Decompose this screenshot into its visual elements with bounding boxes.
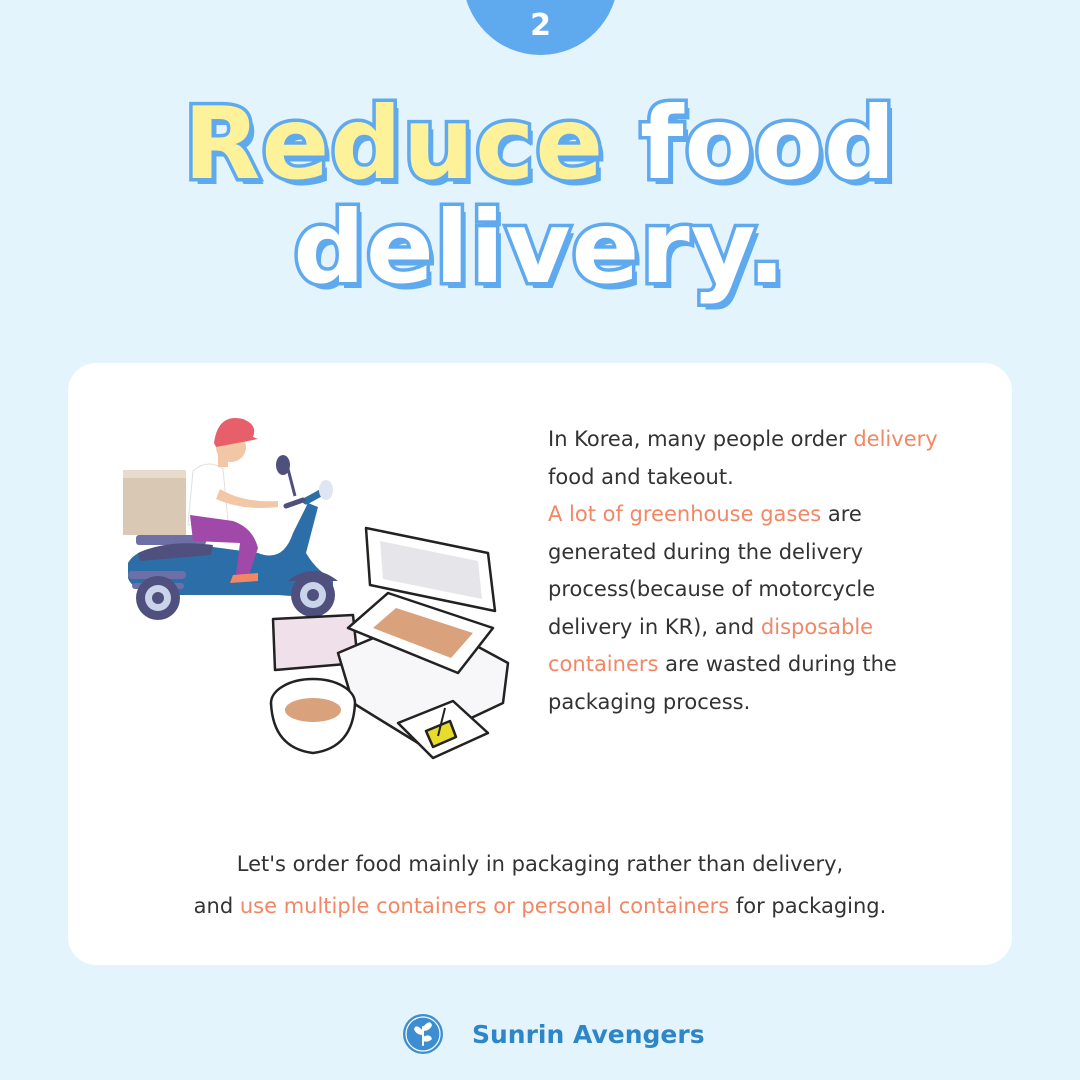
para-text: are wasted during the bbox=[658, 652, 897, 676]
para-line-3: A lot of greenhouse gases are bbox=[548, 496, 988, 534]
brand-footer: Sunrin Avengers bbox=[402, 1013, 705, 1055]
page-title: Reduce food delivery. bbox=[0, 88, 1080, 306]
title-line-2: delivery. bbox=[290, 189, 789, 306]
highlight-disposable: disposable bbox=[760, 614, 874, 639]
title-word-food: food bbox=[637, 85, 899, 202]
page-number-badge: 2 bbox=[463, 0, 618, 55]
title-line-1: Reduce food bbox=[0, 88, 1080, 199]
cta-line-2: and use multiple containers or personal … bbox=[68, 885, 1012, 927]
para-line-1: In Korea, many people order delivery bbox=[548, 421, 988, 459]
content-card: In Korea, many people order delivery foo… bbox=[68, 363, 1012, 965]
page-number: 2 bbox=[530, 8, 551, 43]
highlight-greenhouse-gases: A lot of greenhouse gases bbox=[548, 502, 822, 526]
cta-text: for packaging. bbox=[729, 894, 887, 918]
para-line-4: generated during the delivery bbox=[548, 539, 864, 564]
sprout-logo-icon bbox=[403, 1014, 443, 1054]
para-text: delivery in KR), and bbox=[548, 614, 761, 639]
highlight-delivery: delivery bbox=[853, 427, 938, 451]
para-line-6: delivery in KR), and disposable bbox=[548, 609, 988, 647]
para-line-2: food and takeout. bbox=[548, 464, 734, 489]
para-line-8: packaging process. bbox=[548, 689, 751, 714]
para-line-5: process(because of motorcycle bbox=[548, 577, 876, 601]
highlight-multiple-containers: use multiple containers or personal cont… bbox=[239, 894, 730, 918]
para-text: are bbox=[821, 502, 862, 526]
title-word-reduce: Reduce bbox=[180, 85, 607, 202]
highlight-containers: containers bbox=[548, 652, 659, 676]
delivery-illustration bbox=[123, 418, 510, 760]
description-paragraph: In Korea, many people order delivery foo… bbox=[548, 421, 988, 721]
cta-line-1: Let's order food mainly in packaging rat… bbox=[236, 852, 844, 876]
cta-text: and bbox=[193, 894, 240, 918]
brand-name: Sunrin Avengers bbox=[472, 1019, 705, 1049]
para-line-7: containers are wasted during the bbox=[548, 646, 988, 684]
para-text: In Korea, many people order bbox=[548, 427, 854, 451]
call-to-action: Let's order food mainly in packaging rat… bbox=[68, 843, 1012, 927]
delivery-scooter-icon bbox=[123, 418, 338, 620]
